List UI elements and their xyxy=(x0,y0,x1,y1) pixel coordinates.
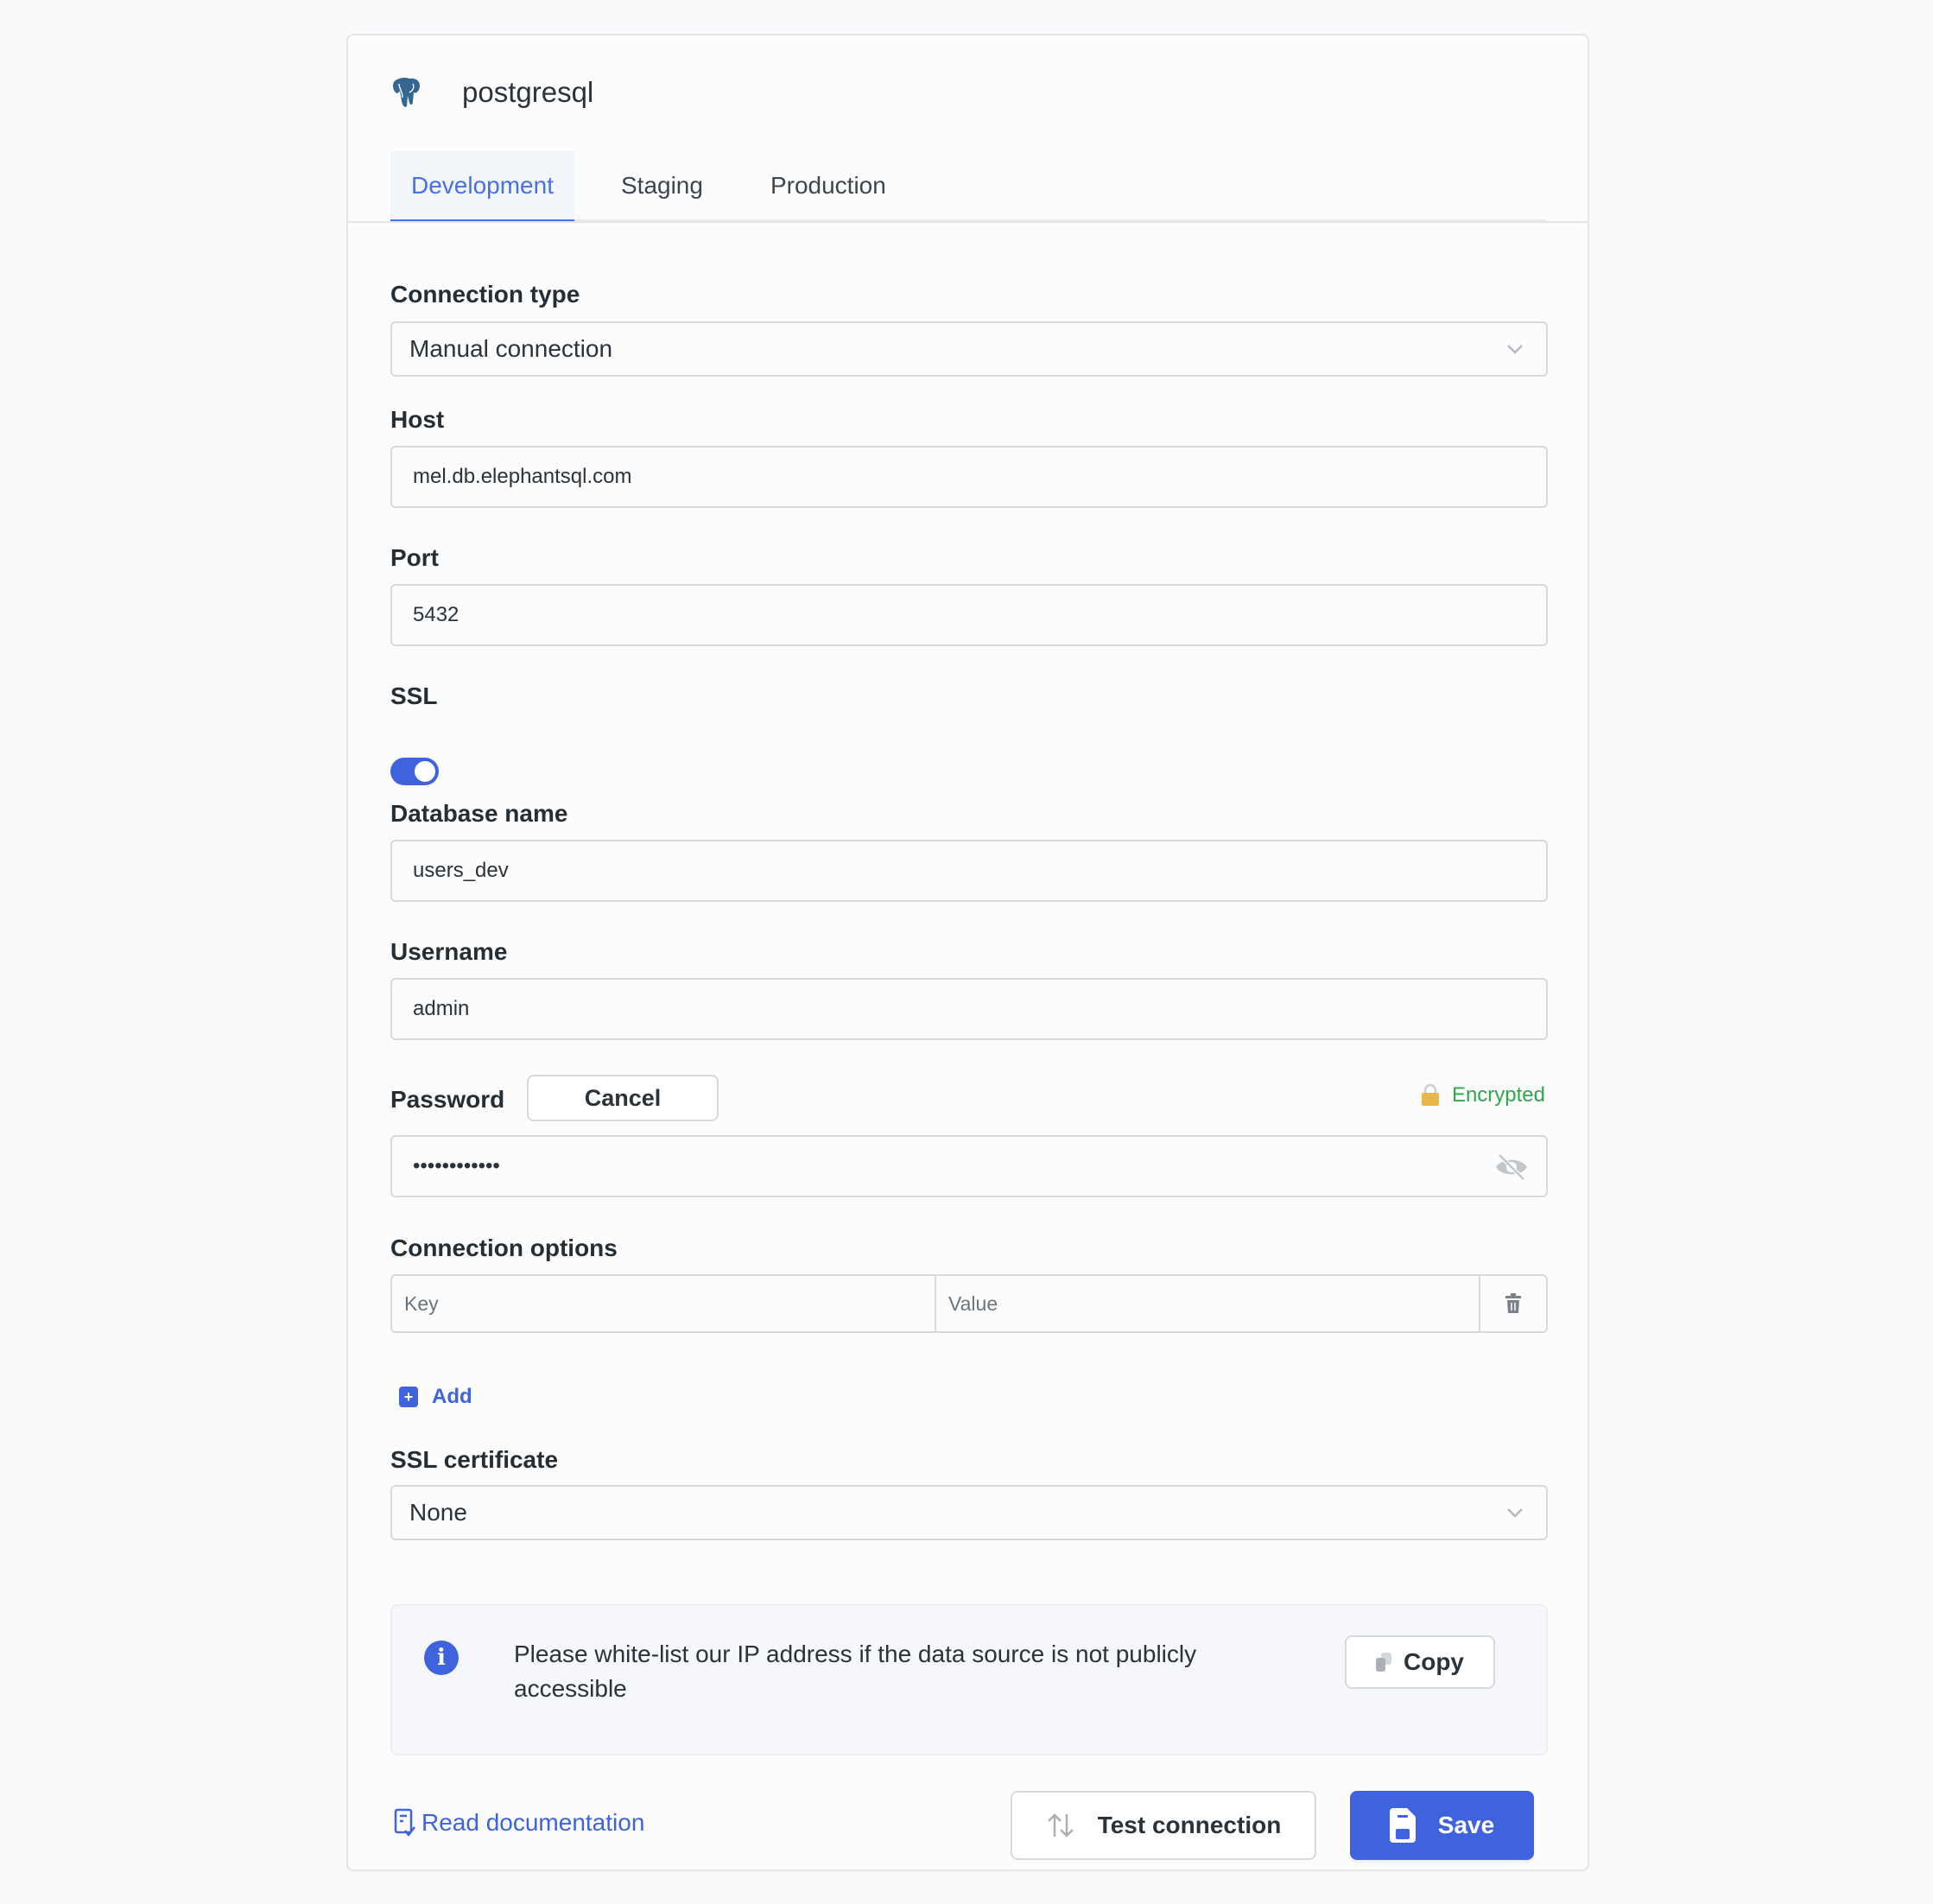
ssl-certificate-select[interactable]: None xyxy=(390,1485,1548,1540)
database-name-input[interactable]: users_dev xyxy=(390,840,1548,902)
host-input[interactable]: mel.db.elephantsql.com xyxy=(390,446,1548,508)
lock-icon xyxy=(1421,1084,1439,1106)
copy-label: Copy xyxy=(1404,1648,1464,1675)
datasource-config-card: postgresql Development Staging Productio… xyxy=(346,34,1589,1871)
connection-option-row: Key Value xyxy=(390,1274,1548,1333)
database-name-label: Database name xyxy=(390,800,568,827)
copy-ip-button[interactable]: Copy xyxy=(1345,1635,1495,1689)
password-value: •••••••••••• xyxy=(413,1154,500,1177)
username-label: Username xyxy=(390,938,508,965)
ssl-certificate-value: None xyxy=(409,1499,467,1526)
ssl-toggle[interactable] xyxy=(390,758,439,785)
delete-option-button[interactable] xyxy=(1480,1276,1546,1331)
whitelist-info-box: i Please white-list our IP address if th… xyxy=(390,1604,1548,1755)
option-value-input[interactable]: Value xyxy=(936,1276,1480,1331)
info-message: Please white-list our IP address if the … xyxy=(514,1641,1197,1702)
connection-type-label: Connection type xyxy=(390,281,580,308)
eye-off-icon[interactable] xyxy=(1494,1152,1529,1182)
test-connection-label: Test connection xyxy=(1097,1812,1282,1838)
connection-options-label: Connection options xyxy=(390,1234,618,1261)
copy-icon xyxy=(1376,1653,1391,1672)
toggle-knob xyxy=(415,761,435,782)
header-divider xyxy=(348,221,1588,223)
connection-type-value: Manual connection xyxy=(409,335,613,362)
add-option-button[interactable]: + Add xyxy=(399,1385,472,1409)
environment-tabs: Development Staging Production xyxy=(390,151,1546,222)
header: postgresql xyxy=(390,75,593,110)
username-input[interactable]: admin xyxy=(390,978,1548,1040)
plus-icon: + xyxy=(399,1387,418,1407)
ssl-certificate-label: SSL certificate xyxy=(390,1446,559,1473)
postgresql-elephant-icon xyxy=(393,77,420,107)
datasource-title: postgresql xyxy=(462,76,594,108)
tab-development[interactable]: Development xyxy=(390,151,574,222)
cancel-password-edit-button[interactable]: Cancel xyxy=(527,1075,719,1121)
save-icon xyxy=(1389,1808,1416,1843)
tab-staging[interactable]: Staging xyxy=(600,151,724,219)
encrypted-text: Encrypted xyxy=(1451,1083,1545,1107)
encrypted-status: Encrypted xyxy=(1421,1083,1545,1107)
chevron-down-icon xyxy=(1507,345,1523,354)
doc-link-text: Read documentation xyxy=(421,1809,645,1836)
connection-type-select[interactable]: Manual connection xyxy=(390,321,1548,377)
save-button[interactable]: Save xyxy=(1350,1791,1534,1860)
host-label: Host xyxy=(390,406,445,433)
password-label: Password xyxy=(390,1086,505,1113)
info-icon: i xyxy=(424,1641,459,1675)
option-key-input[interactable]: Key xyxy=(392,1276,936,1331)
add-label: Add xyxy=(432,1385,472,1408)
port-input[interactable]: 5432 xyxy=(390,584,1548,646)
password-input[interactable]: •••••••••••• xyxy=(390,1135,1548,1197)
save-label: Save xyxy=(1437,1812,1495,1838)
chevron-down-icon xyxy=(1507,1508,1523,1518)
read-documentation-link[interactable]: Read documentation xyxy=(394,1808,644,1837)
port-label: Port xyxy=(390,544,439,571)
ssl-label: SSL xyxy=(390,682,438,709)
tab-production[interactable]: Production xyxy=(750,151,907,219)
test-connection-button[interactable]: Test connection xyxy=(1011,1791,1316,1860)
document-check-icon xyxy=(394,1808,415,1837)
trash-icon xyxy=(1505,1293,1521,1313)
arrows-up-down-icon xyxy=(1047,1813,1074,1837)
